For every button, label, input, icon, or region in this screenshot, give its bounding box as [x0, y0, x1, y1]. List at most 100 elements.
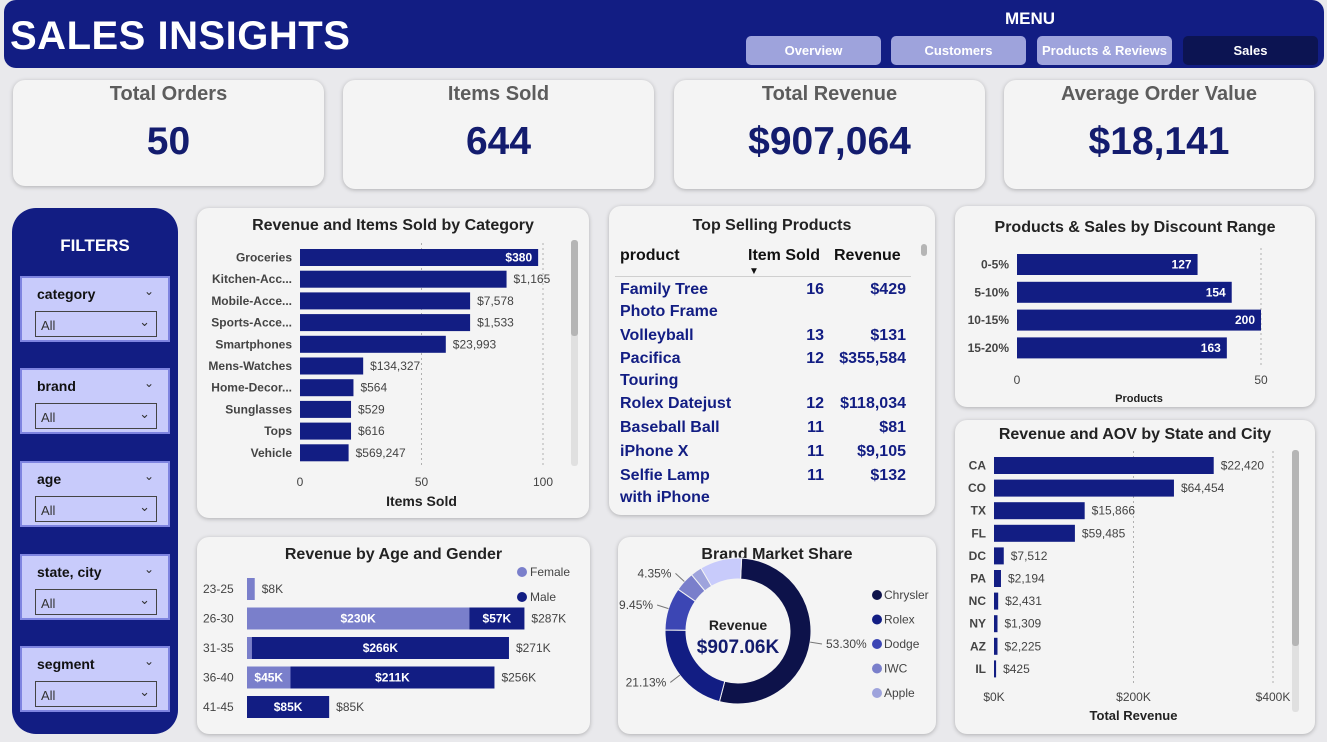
chevron-down-icon[interactable]: ⌄ — [144, 654, 154, 668]
category-label: 0-5% — [981, 258, 1009, 272]
x-tick-label: $200K — [1116, 690, 1151, 704]
category-label: NC — [969, 594, 987, 608]
category-label: Vehicle — [251, 446, 293, 460]
slicer-label: age — [37, 471, 62, 487]
state-bar-chart[interactable]: $0K $200K $400K Total Revenue CA $22,420 CO $64… — [955, 420, 1315, 734]
table-cell-revenue[interactable]: $9,105 — [609, 441, 906, 463]
bar — [1017, 309, 1261, 331]
chevron-down-icon[interactable]: ⌄ — [144, 376, 154, 390]
bar — [300, 422, 352, 440]
kpi-label: Total Revenue — [761, 83, 898, 105]
slicer-dropdown[interactable]: All ⌄ — [35, 311, 157, 337]
slicer-brand[interactable]: brand ⌄ All ⌄ — [20, 368, 170, 434]
table-cell-revenue[interactable]: $355,584 — [609, 348, 906, 370]
data-label: $425 — [1003, 662, 1030, 676]
x-tick-label: 0 — [1014, 373, 1021, 387]
x-tick-label: 0 — [297, 475, 304, 489]
kpi-value: $907,064 — [748, 120, 911, 163]
discount-bar-chart[interactable]: 0 50 Products 0-5% 127 5-10% 154 10-15% 200 15-20… — [955, 206, 1315, 407]
age-gender-chart-card: Revenue by Age and Gender 23-25 $8K 26-30 $… — [197, 537, 590, 734]
chevron-down-icon[interactable]: ⌄ — [144, 562, 154, 576]
data-label: $64,454 — [1181, 481, 1225, 495]
slicer-age[interactable]: age ⌄ All ⌄ — [20, 461, 170, 527]
chevron-down-icon: ⌄ — [139, 314, 150, 329]
table-scrollbar[interactable] — [921, 244, 927, 256]
category-label: 23-25 — [203, 582, 234, 596]
legend-marker — [872, 663, 882, 674]
data-label: $15,866 — [1092, 504, 1136, 518]
table-cell-revenue[interactable]: $81 — [609, 417, 906, 439]
slice-label: 4.35% — [637, 566, 671, 580]
bar — [300, 249, 539, 266]
chevron-down-icon[interactable]: ⌄ — [144, 284, 154, 298]
data-label: $2,225 — [1004, 639, 1041, 653]
legend-marker — [872, 639, 882, 649]
chevron-down-icon: ⌄ — [139, 592, 150, 607]
slicer-segment[interactable]: segment ⌄ All ⌄ — [20, 646, 170, 712]
legend-label: Male — [530, 590, 556, 604]
data-label: $564 — [360, 381, 387, 395]
menu-button-overview[interactable]: Overview — [746, 36, 881, 65]
table-cell-revenue[interactable]: $132 — [609, 465, 906, 487]
chevron-down-icon[interactable]: ⌄ — [144, 469, 154, 483]
category-label: FL — [971, 526, 986, 540]
x-axis-label: Total Revenue — [1090, 708, 1178, 723]
total-label: $256K — [501, 671, 536, 685]
kpi-label: Total Orders — [109, 83, 228, 105]
slicer-dropdown[interactable]: All ⌄ — [35, 681, 157, 707]
slicer-label: state, city — [37, 564, 102, 580]
data-label: $45K — [254, 671, 283, 685]
data-label: $7,512 — [1011, 549, 1048, 563]
menu-button-customers[interactable]: Customers — [891, 36, 1026, 65]
chevron-down-icon: ⌄ — [139, 406, 150, 421]
kpi-card-total-revenue: Total Revenue $907,064 — [674, 80, 985, 189]
slicer-state-city[interactable]: state, city ⌄ All ⌄ — [20, 554, 170, 620]
brand-donut-chart[interactable]: 53.30% 21.13% 9.45% 4.35% Revenue $907.06K Chr… — [618, 537, 936, 734]
data-label: $59,485 — [1082, 526, 1126, 540]
category-label: 31-35 — [203, 641, 234, 655]
category-label: CA — [969, 459, 987, 473]
category-label: AZ — [970, 639, 986, 653]
data-label: $211K — [375, 671, 410, 685]
bar — [994, 660, 997, 678]
kpi-value: 50 — [146, 120, 191, 163]
x-tick-label: $0K — [983, 690, 1004, 704]
age-gender-bar-chart[interactable]: 23-25 $8K 26-30 $230K $57K $287K 31-35 $266K $27… — [197, 537, 590, 734]
menu-button-products-reviews[interactable]: Products & Reviews — [1037, 36, 1172, 65]
slicer-dropdown[interactable]: All ⌄ — [35, 589, 157, 615]
bar — [1017, 254, 1198, 275]
table-cell-revenue[interactable]: $131 — [609, 325, 906, 347]
slice-label: 53.30% — [826, 637, 867, 651]
table-cell-revenue[interactable]: $429 — [609, 279, 906, 301]
menu-button-sales[interactable]: Sales — [1183, 36, 1318, 65]
slicer-category[interactable]: category ⌄ All ⌄ — [20, 276, 170, 342]
category-label: DC — [969, 549, 987, 563]
slicer-dropdown[interactable]: All ⌄ — [35, 403, 157, 429]
bar — [994, 570, 1001, 587]
data-label: $1,165 — [514, 272, 551, 286]
legend-label: Rolex — [884, 613, 915, 627]
bar — [994, 592, 999, 610]
category-label: Tops — [264, 424, 292, 438]
data-label: $380 — [505, 251, 532, 265]
bar — [994, 457, 1214, 474]
table-cell-revenue[interactable]: $118,034 — [609, 393, 906, 415]
slicer-value: All — [41, 688, 56, 703]
bar — [1017, 337, 1227, 359]
x-tick-label: 50 — [415, 475, 429, 489]
slicer-dropdown[interactable]: All ⌄ — [35, 496, 157, 522]
slicer-label: segment — [37, 656, 95, 672]
category-label: 41-45 — [203, 700, 234, 714]
legend-label: Apple — [884, 686, 915, 700]
category-chart-card: Revenue and Items Sold by Category 0 50 10… — [197, 208, 589, 518]
data-label: $529 — [358, 402, 385, 416]
data-label: $616 — [358, 424, 385, 438]
bar — [300, 400, 352, 418]
leader-line — [670, 674, 681, 683]
bar — [300, 444, 349, 462]
data-label: 163 — [1201, 341, 1221, 355]
data-label: 154 — [1206, 285, 1226, 299]
category-bar-chart[interactable]: 0 50 100 Items Sold Groceries $380 Kitchen-Acc… — [197, 208, 589, 518]
legend-marker — [872, 688, 882, 698]
total-label: $85K — [336, 700, 364, 714]
